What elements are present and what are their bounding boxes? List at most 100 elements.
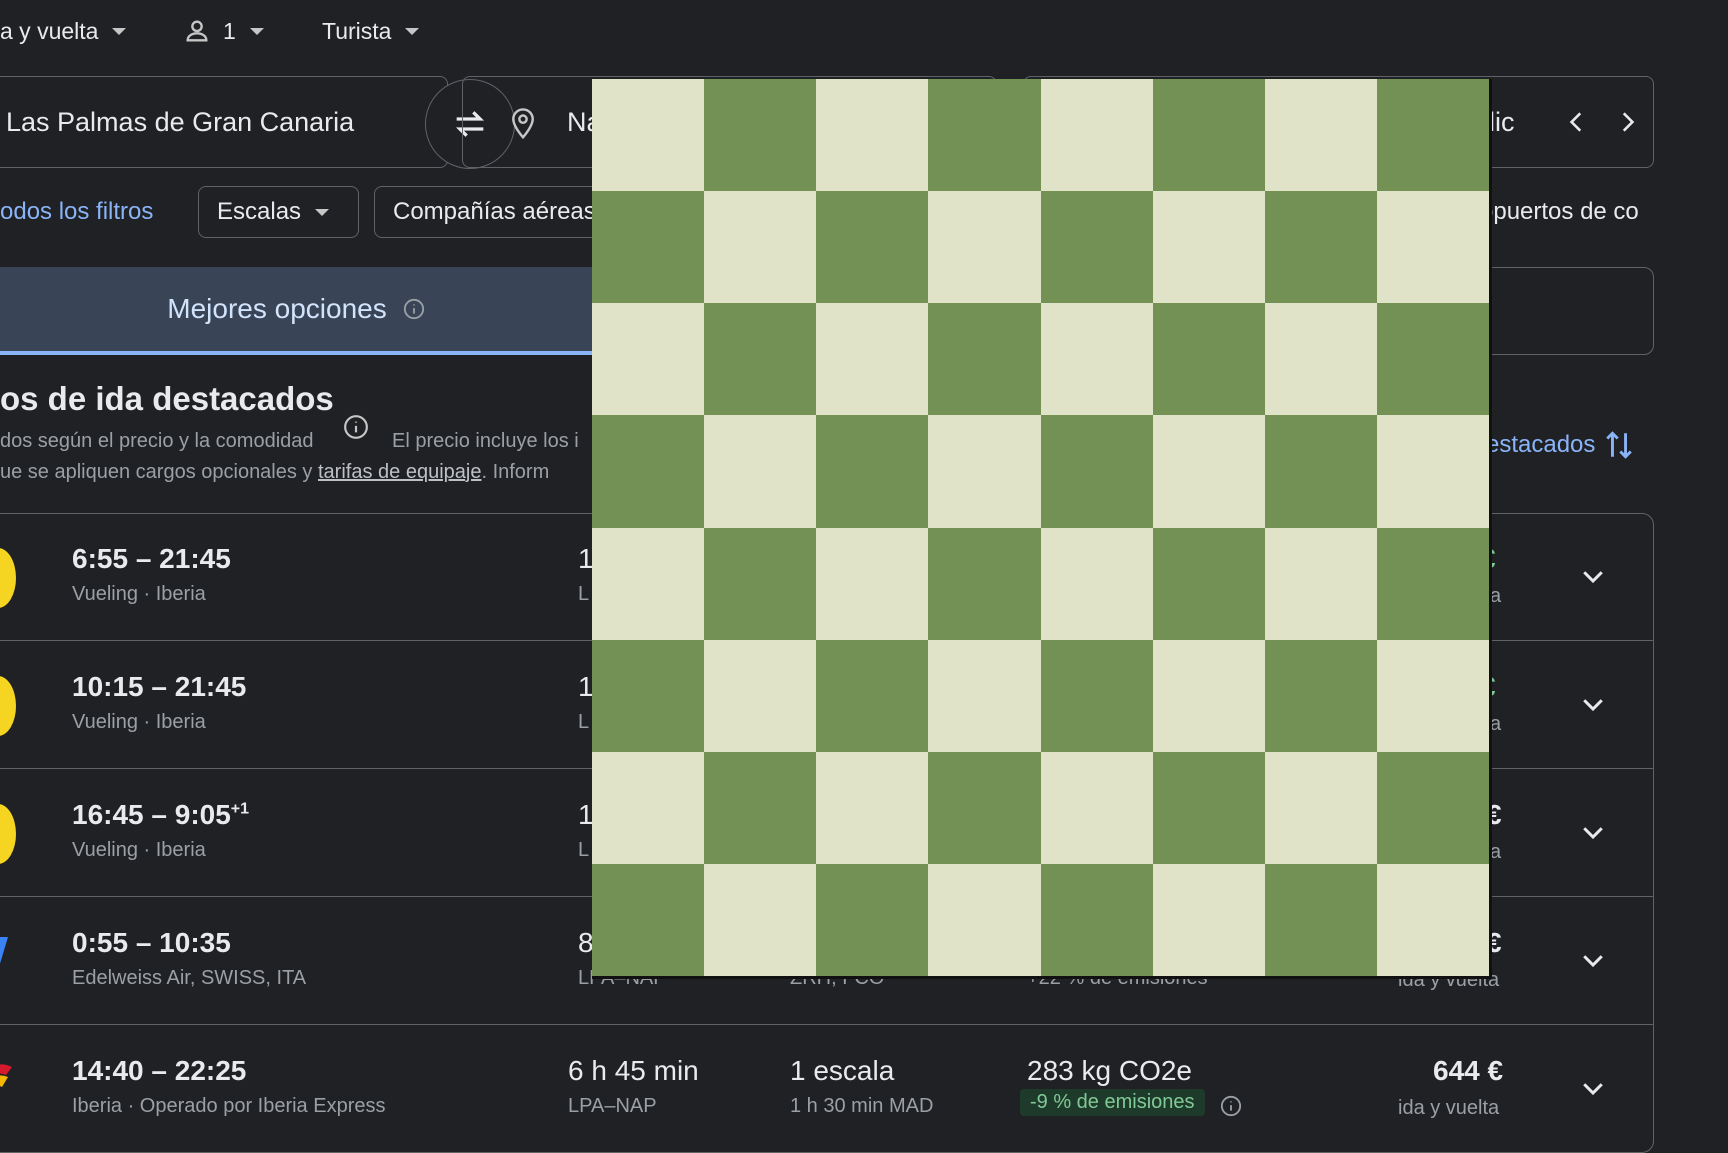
- board-square[interactable]: [928, 303, 1041, 416]
- board-square[interactable]: [1040, 415, 1153, 528]
- board-square[interactable]: [816, 527, 929, 640]
- board-square[interactable]: [928, 191, 1041, 304]
- flight-airlines: Edelweiss Air, SWISS, ITA: [72, 967, 307, 989]
- sort-label: estacados: [1486, 431, 1596, 458]
- board-square[interactable]: [928, 415, 1041, 528]
- sort-button[interactable]: estacados: [1486, 428, 1635, 462]
- iberia-logo: [0, 1064, 12, 1087]
- board-square[interactable]: [1152, 527, 1265, 640]
- person-icon: [186, 20, 208, 42]
- board-square[interactable]: [1264, 751, 1377, 864]
- chevron-left-icon[interactable]: [1564, 109, 1590, 135]
- board-square[interactable]: [816, 303, 929, 416]
- board-square[interactable]: [1264, 79, 1377, 192]
- chevron-down-icon[interactable]: [1578, 945, 1608, 975]
- board-square[interactable]: [1152, 191, 1265, 304]
- info-icon[interactable]: [343, 414, 369, 440]
- board-square[interactable]: [704, 527, 817, 640]
- board-square[interactable]: [1376, 415, 1489, 528]
- chevron-down-icon[interactable]: [1578, 689, 1608, 719]
- chevron-down-icon[interactable]: [1578, 817, 1608, 847]
- board-square[interactable]: [592, 303, 705, 416]
- board-square[interactable]: [1152, 639, 1265, 752]
- info-icon[interactable]: [1220, 1095, 1242, 1117]
- board-square[interactable]: [928, 527, 1041, 640]
- board-square[interactable]: [816, 415, 929, 528]
- board-square[interactable]: [816, 639, 929, 752]
- all-filters-link[interactable]: odos los filtros: [0, 198, 153, 226]
- board-square[interactable]: [1152, 863, 1265, 976]
- board-square[interactable]: [1040, 191, 1153, 304]
- board-square[interactable]: [1264, 415, 1377, 528]
- board-square[interactable]: [704, 79, 817, 192]
- section-desc-1: dos según el precio y la comodidad: [0, 430, 314, 452]
- chevron-right-icon[interactable]: [1614, 109, 1640, 135]
- board-square[interactable]: [704, 639, 817, 752]
- board-square[interactable]: [928, 79, 1041, 192]
- tab-best-label: Mejores opciones: [167, 293, 387, 324]
- board-square[interactable]: [592, 415, 705, 528]
- flight-airlines: Iberia · Operado por Iberia Express: [72, 1095, 386, 1117]
- board-square[interactable]: [1264, 639, 1377, 752]
- board-square[interactable]: [816, 191, 929, 304]
- origin-field[interactable]: Las Palmas de Gran Canaria: [0, 76, 448, 168]
- board-square[interactable]: [1376, 863, 1489, 976]
- info-icon[interactable]: [403, 298, 425, 320]
- board-square[interactable]: [1376, 527, 1489, 640]
- board-square[interactable]: [1040, 527, 1153, 640]
- flight-airlines: Vueling · Iberia: [72, 711, 206, 733]
- board-square[interactable]: [592, 639, 705, 752]
- board-square[interactable]: [1152, 751, 1265, 864]
- board-square[interactable]: [1376, 303, 1489, 416]
- airports-filter-chip[interactable]: opuertos de co: [1480, 198, 1654, 226]
- board-square[interactable]: [816, 751, 929, 864]
- board-square[interactable]: [592, 751, 705, 864]
- board-square[interactable]: [1040, 303, 1153, 416]
- board-square[interactable]: [816, 79, 929, 192]
- cabin-select[interactable]: Turista: [322, 12, 420, 50]
- board-square[interactable]: [592, 863, 705, 976]
- board-square[interactable]: [1264, 863, 1377, 976]
- board-square[interactable]: [1376, 79, 1489, 192]
- board-square[interactable]: [592, 79, 705, 192]
- flight-row[interactable]: 14:40 – 22:25 Iberia · Operado por Iberi…: [0, 1025, 1654, 1153]
- cabin-label: Turista: [322, 17, 392, 44]
- board-square[interactable]: [1152, 415, 1265, 528]
- board-square[interactable]: [928, 639, 1041, 752]
- board-square[interactable]: [928, 863, 1041, 976]
- board-square[interactable]: [704, 415, 817, 528]
- board-square[interactable]: [1376, 751, 1489, 864]
- board-square[interactable]: [1040, 751, 1153, 864]
- section-title: os de ida destacados: [0, 380, 334, 417]
- trip-type-label: a y vuelta: [0, 17, 99, 44]
- board-square[interactable]: [1264, 527, 1377, 640]
- board-square[interactable]: [1040, 863, 1153, 976]
- board-square[interactable]: [1264, 303, 1377, 416]
- board-square[interactable]: [1376, 639, 1489, 752]
- chevron-down-icon[interactable]: [1578, 1073, 1608, 1103]
- board-square[interactable]: [704, 863, 817, 976]
- chessboard-overlay[interactable]: [592, 79, 1492, 979]
- passengers-select[interactable]: 1: [183, 12, 264, 50]
- board-square[interactable]: [704, 303, 817, 416]
- flight-stops: 1 escala: [790, 1055, 895, 1086]
- trip-type-select[interactable]: a y vuelta: [0, 12, 127, 50]
- baggage-fees-link[interactable]: tarifas de equipaje: [318, 461, 481, 483]
- chevron-down-icon[interactable]: [1578, 561, 1608, 591]
- board-square[interactable]: [1040, 639, 1153, 752]
- board-square[interactable]: [928, 751, 1041, 864]
- board-square[interactable]: [592, 191, 705, 304]
- stops-filter-chip[interactable]: Escalas: [198, 186, 359, 238]
- board-square[interactable]: [592, 527, 705, 640]
- board-square[interactable]: [1376, 191, 1489, 304]
- board-square[interactable]: [816, 863, 929, 976]
- board-square[interactable]: [1264, 191, 1377, 304]
- board-square[interactable]: [1152, 79, 1265, 192]
- board-square[interactable]: [1152, 303, 1265, 416]
- chevron-down-icon: [405, 27, 420, 35]
- board-square[interactable]: [1040, 79, 1153, 192]
- board-square[interactable]: [704, 751, 817, 864]
- flight-emissions: 283 kg CO2e: [1027, 1055, 1192, 1086]
- tab-best-options[interactable]: Mejores opciones: [0, 267, 602, 355]
- board-square[interactable]: [704, 191, 817, 304]
